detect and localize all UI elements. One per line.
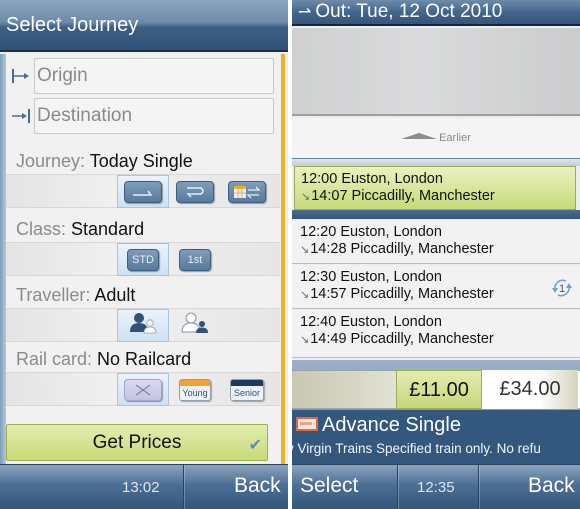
arrive-text: 14:07 Piccadilly, Manchester [311,188,495,204]
arrive-arrow-icon: ↘ [300,289,310,301]
clock: 12:35 [417,479,455,496]
arrive-text: 14:28 Piccadilly, Manchester [310,241,494,257]
traveller-label-row: Traveller: Adult [16,285,135,306]
up-triangle-icon [401,133,438,139]
young-railcard-label: Young [179,378,211,401]
back-button[interactable]: Back [528,474,575,498]
class-options: STD 1st [6,242,280,276]
class-label: Class: [16,219,67,239]
return-journey-button[interactable] [169,175,221,208]
traveller-value: Adult [94,285,136,305]
earlier-button[interactable]: Earlier [292,118,580,158]
divider [478,465,479,509]
depart-text: 12:30 Euston, London [300,269,442,285]
arrive-arrow-icon: ↘ [300,244,310,256]
railcard-label-row: Rail card: No Railcard [16,349,191,370]
calendar-return-icon [228,180,266,203]
young-railcard-button[interactable]: Young [169,373,221,406]
origin-row: Origin [6,58,280,94]
arrive-text: 14:49 Piccadilly, Manchester [310,331,494,347]
title-bar: ⇀ Out: Tue, 12 Oct 2010 [292,0,580,26]
origin-input[interactable]: Origin [34,58,274,94]
clock: 13:02 [122,479,160,496]
other-price[interactable]: £34.00 [482,370,578,409]
arrive-arrow-icon: ↘ [300,334,310,346]
class-value: Standard [71,219,145,239]
get-prices-label: Get Prices [92,432,182,453]
ticket-icon [296,417,318,431]
single-journey-button[interactable] [117,175,169,208]
back-button[interactable]: Back [234,474,281,498]
journey-row[interactable]: 12:20 Euston, London ↘14:28 Piccadilly, … [292,220,580,264]
child-button[interactable] [169,309,221,342]
selected-price[interactable]: £11.00 [396,370,482,409]
changes-count: 1 [559,283,565,295]
title-bar: Select Journey [0,0,288,52]
divider [292,158,580,166]
no-railcard-button[interactable] [117,373,169,406]
get-prices-button[interactable]: Get Prices ✔ [6,424,268,461]
empty-area [292,28,580,116]
divider [183,465,184,509]
journey-results-screen: ⇀ Out: Tue, 12 Oct 2010 Earlier 12:00 Eus… [292,0,580,509]
scrollbar[interactable] [281,54,285,464]
no-railcard-icon [124,378,162,401]
depart-text: 12:20 Euston, London [300,224,442,240]
arrive-text: 14:57 Piccadilly, Manchester [310,286,494,302]
journey-row[interactable]: 12:40 Euston, London ↘14:49 Piccadilly, … [292,310,580,358]
checkmark-icon: ✔ [248,437,262,454]
destination-row: Destination [6,98,280,134]
first-label: 1st [179,248,211,271]
depart-text: 12:40 Euston, London [300,314,442,330]
select-button[interactable]: Select [300,474,358,498]
divider [397,465,398,509]
traveller-label: Traveller: [16,285,91,305]
class-label-row: Class: Standard [16,219,144,240]
traveller-options [6,308,280,342]
railcard-options: Young Senior [6,372,280,406]
destination-icon [10,106,32,126]
senior-railcard-label: Senior [230,378,264,401]
changes-icon: 1 [550,276,574,305]
journey-form: Origin Destination Journey: Today Single [6,54,280,464]
earlier-label: Earlier [439,132,471,144]
std-label: STD [127,248,159,271]
journey-row[interactable]: 12:30 Euston, London ↘14:57 Piccadilly, … [292,265,580,309]
page-title: Out: Tue, 12 Oct 2010 [315,1,503,22]
child-icon [181,312,209,339]
depart-text: 12:00 Euston, London [301,171,443,187]
select-journey-screen: Select Journey Origin Destination Journe… [0,0,288,509]
journey-value: Today Single [89,151,193,171]
outbound-arrow-icon: ⇀ [298,4,312,21]
page-title: Select Journey [6,14,139,36]
fare-details: Advance Single y Virgin Trains Specified… [292,410,580,464]
bottom-bar: 13:02 Back [0,464,288,509]
adult-icon [129,312,157,339]
origin-icon [10,66,32,86]
fare-name: Advance Single [322,414,461,436]
open-return-button[interactable] [221,175,273,208]
arrive-arrow-icon: ↘ [301,191,311,203]
fare-description: y Virgin Trains Specified train only. No… [292,441,541,456]
return-arrow-icon [176,180,214,203]
standard-class-button[interactable]: STD [117,243,169,276]
first-class-button[interactable]: 1st [169,243,221,276]
bottom-bar: Select 12:35 Back [292,464,580,509]
adult-button[interactable] [117,309,169,342]
journey-label-row: Journey: Today Single [16,151,193,172]
journey-options [6,174,280,208]
railcard-label: Rail card: [16,349,93,369]
journey-row[interactable]: 12:00 Euston, London ↘14:07 Piccadilly, … [294,166,576,210]
destination-input[interactable]: Destination [34,98,274,134]
fare-name-row: Advance Single [296,414,461,437]
single-arrow-icon [124,180,162,203]
railcard-value: No Railcard [97,349,192,369]
journey-label: Journey: [16,151,86,171]
divider [292,210,580,219]
senior-railcard-button[interactable]: Senior [221,373,273,406]
